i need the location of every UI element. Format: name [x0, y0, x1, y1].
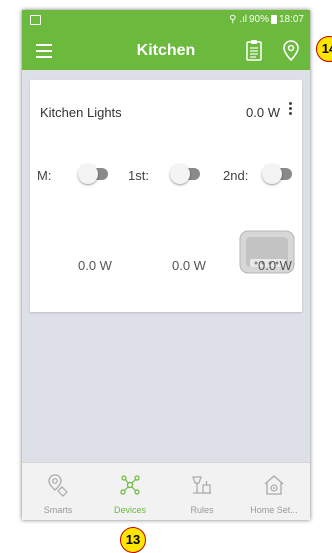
status-indicators: ⚲ .ıl 90% 18:07 — [229, 14, 304, 25]
watt-first: 0.0 W — [172, 258, 206, 273]
image-notification-icon — [30, 15, 41, 25]
app-bar: Kitchen — [22, 32, 310, 70]
toggle-main[interactable] — [78, 164, 108, 184]
nav-item-rules[interactable]: Rules — [166, 463, 238, 520]
toggle-first[interactable] — [170, 164, 200, 184]
nav-label-smarts: Smarts — [43, 505, 73, 515]
battery-percent: 90% — [248, 14, 269, 25]
switch-label-second: 2nd: — [223, 168, 249, 183]
page-title: Kitchen — [136, 42, 196, 59]
device-power: 0.0 W — [246, 105, 280, 120]
clipboard-icon[interactable] — [246, 39, 262, 61]
smarts-icon — [48, 474, 68, 497]
clock: 18:07 — [278, 14, 304, 25]
watt-main: 0.0 W — [78, 258, 112, 273]
nav-item-smarts[interactable]: Smarts — [22, 463, 94, 520]
watt-second: 0.0 W — [258, 258, 292, 273]
location-pin-icon[interactable] — [282, 40, 300, 62]
signal-icon: ⚲ .ıl — [229, 14, 247, 25]
nav-label-rules: Rules — [190, 505, 214, 515]
toggle-second[interactable] — [262, 164, 292, 184]
nav-item-home-settings[interactable]: Home Set... — [238, 463, 310, 520]
nav-item-devices[interactable]: Devices — [94, 463, 166, 520]
devices-icon — [120, 475, 140, 495]
rules-icon — [192, 476, 211, 494]
home-settings-icon — [264, 475, 284, 495]
device-name: Kitchen Lights — [40, 105, 122, 120]
battery-icon — [270, 15, 277, 24]
nav-label-devices: Devices — [113, 505, 146, 515]
phone-screen: ⚲ .ıl 90% 18:07 Kitchen Kitchen Lights 0… — [22, 10, 310, 520]
callout-badge-top: 14 — [316, 36, 332, 62]
callout-badge-bottom: 13 — [120, 527, 146, 553]
device-card[interactable]: Kitchen Lights 0.0 W M: 1st: 2nd: 0.0 W … — [30, 80, 302, 312]
overflow-menu-icon[interactable] — [288, 102, 294, 120]
bottom-navigation: Smarts Devices Rules Home Set... — [22, 462, 310, 520]
status-bar: ⚲ .ıl 90% 18:07 — [22, 10, 310, 32]
nav-label-home-settings: Home Set... — [250, 505, 298, 515]
switch-label-first: 1st: — [128, 168, 149, 183]
switch-label-main: M: — [37, 168, 52, 183]
